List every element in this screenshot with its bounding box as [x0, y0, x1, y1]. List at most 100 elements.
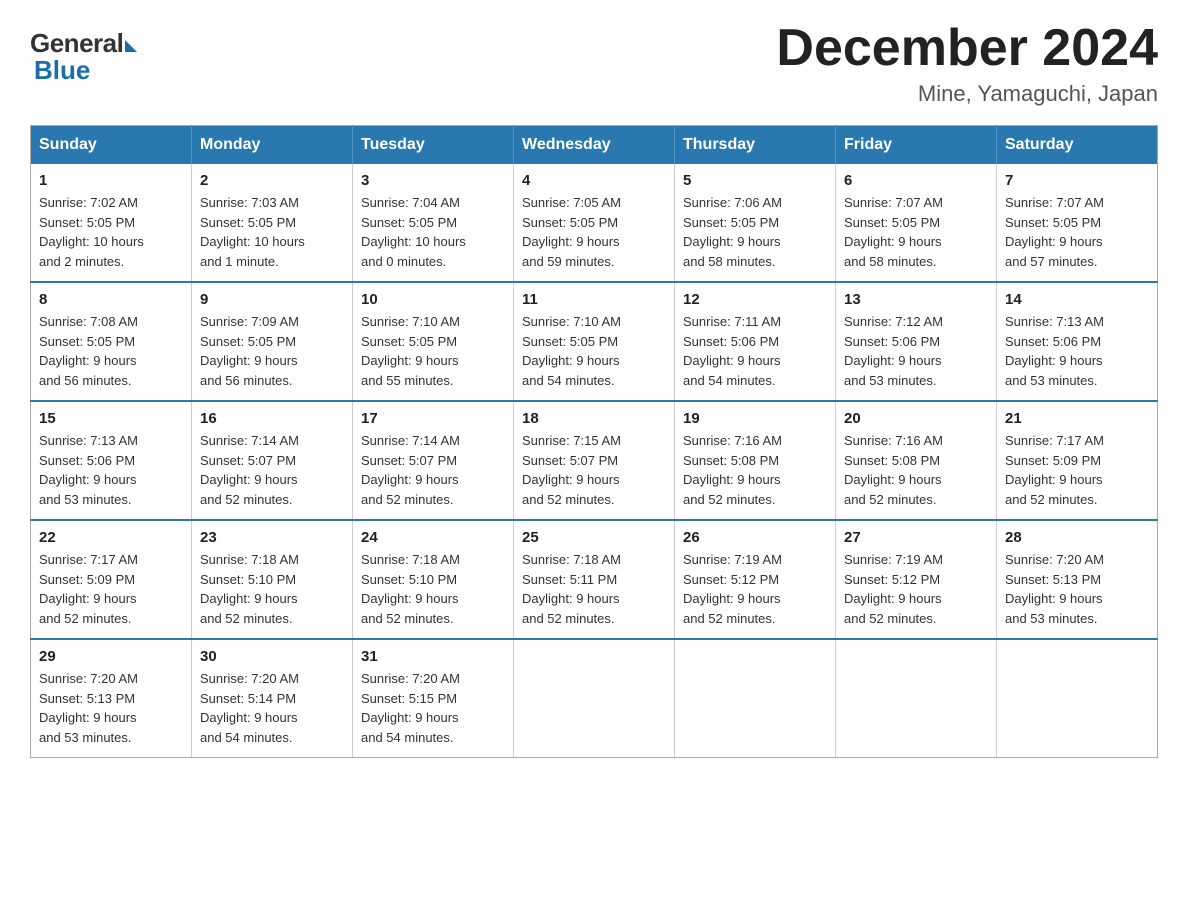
calendar-cell: 25 Sunrise: 7:18 AMSunset: 5:11 PMDayligh… — [514, 520, 675, 639]
header-saturday: Saturday — [997, 126, 1158, 165]
calendar-cell: 2 Sunrise: 7:03 AMSunset: 5:05 PMDaylight… — [192, 164, 353, 282]
day-info: Sunrise: 7:16 AMSunset: 5:08 PMDaylight:… — [844, 431, 988, 509]
calendar-week-1: 1 Sunrise: 7:02 AMSunset: 5:05 PMDaylight… — [31, 164, 1158, 282]
day-info: Sunrise: 7:20 AMSunset: 5:15 PMDaylight:… — [361, 669, 505, 747]
day-number: 25 — [522, 529, 666, 546]
calendar-cell: 10 Sunrise: 7:10 AMSunset: 5:05 PMDayligh… — [353, 282, 514, 401]
location-title: Mine, Yamaguchi, Japan — [776, 81, 1158, 107]
day-info: Sunrise: 7:13 AMSunset: 5:06 PMDaylight:… — [39, 431, 183, 509]
day-number: 23 — [200, 529, 344, 546]
day-number: 3 — [361, 172, 505, 189]
day-info: Sunrise: 7:09 AMSunset: 5:05 PMDaylight:… — [200, 312, 344, 390]
day-info: Sunrise: 7:14 AMSunset: 5:07 PMDaylight:… — [361, 431, 505, 509]
day-number: 7 — [1005, 172, 1149, 189]
calendar-cell — [675, 639, 836, 758]
day-number: 27 — [844, 529, 988, 546]
day-number: 10 — [361, 291, 505, 308]
calendar-cell: 15 Sunrise: 7:13 AMSunset: 5:06 PMDayligh… — [31, 401, 192, 520]
calendar-cell: 13 Sunrise: 7:12 AMSunset: 5:06 PMDayligh… — [836, 282, 997, 401]
day-number: 19 — [683, 410, 827, 427]
calendar-cell: 9Sunrise: 7:09 AMSunset: 5:05 PMDaylight… — [192, 282, 353, 401]
calendar-cell: 1 Sunrise: 7:02 AMSunset: 5:05 PMDaylight… — [31, 164, 192, 282]
day-number: 22 — [39, 529, 183, 546]
calendar-cell: 21 Sunrise: 7:17 AMSunset: 5:09 PMDayligh… — [997, 401, 1158, 520]
day-number: 14 — [1005, 291, 1149, 308]
day-info: Sunrise: 7:02 AMSunset: 5:05 PMDaylight:… — [39, 193, 183, 271]
logo: General Blue — [30, 28, 137, 86]
calendar-cell: 11 Sunrise: 7:10 AMSunset: 5:05 PMDayligh… — [514, 282, 675, 401]
day-number: 16 — [200, 410, 344, 427]
day-number: 13 — [844, 291, 988, 308]
day-number: 4 — [522, 172, 666, 189]
calendar-cell: 22 Sunrise: 7:17 AMSunset: 5:09 PMDayligh… — [31, 520, 192, 639]
day-number: 28 — [1005, 529, 1149, 546]
calendar-cell — [514, 639, 675, 758]
day-info: Sunrise: 7:17 AMSunset: 5:09 PMDaylight:… — [39, 550, 183, 628]
calendar-cell: 24 Sunrise: 7:18 AMSunset: 5:10 PMDayligh… — [353, 520, 514, 639]
calendar-cell: 23 Sunrise: 7:18 AMSunset: 5:10 PMDayligh… — [192, 520, 353, 639]
day-info: Sunrise: 7:20 AMSunset: 5:14 PMDaylight:… — [200, 669, 344, 747]
day-info: Sunrise: 7:10 AMSunset: 5:05 PMDaylight:… — [361, 312, 505, 390]
header-monday: Monday — [192, 126, 353, 165]
calendar-cell: 12Sunrise: 7:11 AMSunset: 5:06 PMDayligh… — [675, 282, 836, 401]
calendar-table: Sunday Monday Tuesday Wednesday Thursday… — [30, 125, 1158, 758]
calendar-cell: 28 Sunrise: 7:20 AMSunset: 5:13 PMDayligh… — [997, 520, 1158, 639]
day-info: Sunrise: 7:07 AMSunset: 5:05 PMDaylight:… — [844, 193, 988, 271]
day-number: 20 — [844, 410, 988, 427]
day-info: Sunrise: 7:15 AMSunset: 5:07 PMDaylight:… — [522, 431, 666, 509]
header-sunday: Sunday — [31, 126, 192, 165]
calendar-cell — [836, 639, 997, 758]
day-info: Sunrise: 7:05 AMSunset: 5:05 PMDaylight:… — [522, 193, 666, 271]
calendar-week-2: 8Sunrise: 7:08 AMSunset: 5:05 PMDaylight… — [31, 282, 1158, 401]
calendar-cell — [997, 639, 1158, 758]
header-tuesday: Tuesday — [353, 126, 514, 165]
day-number: 31 — [361, 648, 505, 665]
day-info: Sunrise: 7:19 AMSunset: 5:12 PMDaylight:… — [683, 550, 827, 628]
day-number: 15 — [39, 410, 183, 427]
day-number: 30 — [200, 648, 344, 665]
day-info: Sunrise: 7:18 AMSunset: 5:10 PMDaylight:… — [200, 550, 344, 628]
day-number: 17 — [361, 410, 505, 427]
day-info: Sunrise: 7:03 AMSunset: 5:05 PMDaylight:… — [200, 193, 344, 271]
day-number: 21 — [1005, 410, 1149, 427]
day-number: 29 — [39, 648, 183, 665]
day-number: 8 — [39, 291, 183, 308]
calendar-week-4: 22 Sunrise: 7:17 AMSunset: 5:09 PMDayligh… — [31, 520, 1158, 639]
header-friday: Friday — [836, 126, 997, 165]
header-thursday: Thursday — [675, 126, 836, 165]
day-info: Sunrise: 7:18 AMSunset: 5:11 PMDaylight:… — [522, 550, 666, 628]
calendar-cell: 5Sunrise: 7:06 AMSunset: 5:05 PMDaylight… — [675, 164, 836, 282]
header-wednesday: Wednesday — [514, 126, 675, 165]
day-info: Sunrise: 7:12 AMSunset: 5:06 PMDaylight:… — [844, 312, 988, 390]
day-info: Sunrise: 7:07 AMSunset: 5:05 PMDaylight:… — [1005, 193, 1149, 271]
day-info: Sunrise: 7:19 AMSunset: 5:12 PMDaylight:… — [844, 550, 988, 628]
calendar-cell: 8Sunrise: 7:08 AMSunset: 5:05 PMDaylight… — [31, 282, 192, 401]
calendar-cell: 16 Sunrise: 7:14 AMSunset: 5:07 PMDayligh… — [192, 401, 353, 520]
calendar-week-3: 15 Sunrise: 7:13 AMSunset: 5:06 PMDayligh… — [31, 401, 1158, 520]
calendar-cell: 27 Sunrise: 7:19 AMSunset: 5:12 PMDayligh… — [836, 520, 997, 639]
title-block: December 2024 Mine, Yamaguchi, Japan — [776, 20, 1158, 107]
calendar-cell: 20 Sunrise: 7:16 AMSunset: 5:08 PMDayligh… — [836, 401, 997, 520]
day-info: Sunrise: 7:14 AMSunset: 5:07 PMDaylight:… — [200, 431, 344, 509]
day-info: Sunrise: 7:11 AMSunset: 5:06 PMDaylight:… — [683, 312, 827, 390]
day-info: Sunrise: 7:20 AMSunset: 5:13 PMDaylight:… — [39, 669, 183, 747]
day-number: 5 — [683, 172, 827, 189]
calendar-cell: 31 Sunrise: 7:20 AMSunset: 5:15 PMDayligh… — [353, 639, 514, 758]
day-number: 24 — [361, 529, 505, 546]
day-info: Sunrise: 7:16 AMSunset: 5:08 PMDaylight:… — [683, 431, 827, 509]
day-number: 18 — [522, 410, 666, 427]
day-info: Sunrise: 7:10 AMSunset: 5:05 PMDaylight:… — [522, 312, 666, 390]
calendar-cell: 7 Sunrise: 7:07 AMSunset: 5:05 PMDaylight… — [997, 164, 1158, 282]
day-number: 1 — [39, 172, 183, 189]
day-number: 11 — [522, 291, 666, 308]
calendar-cell: 4 Sunrise: 7:05 AMSunset: 5:05 PMDaylight… — [514, 164, 675, 282]
day-number: 2 — [200, 172, 344, 189]
calendar-cell: 6Sunrise: 7:07 AMSunset: 5:05 PMDaylight… — [836, 164, 997, 282]
calendar-cell: 26Sunrise: 7:19 AMSunset: 5:12 PMDayligh… — [675, 520, 836, 639]
day-info: Sunrise: 7:18 AMSunset: 5:10 PMDaylight:… — [361, 550, 505, 628]
logo-arrow-icon — [125, 40, 137, 52]
page-header: General Blue December 2024 Mine, Yamaguc… — [30, 20, 1158, 107]
day-info: Sunrise: 7:20 AMSunset: 5:13 PMDaylight:… — [1005, 550, 1149, 628]
calendar-cell: 19 Sunrise: 7:16 AMSunset: 5:08 PMDayligh… — [675, 401, 836, 520]
day-info: Sunrise: 7:17 AMSunset: 5:09 PMDaylight:… — [1005, 431, 1149, 509]
